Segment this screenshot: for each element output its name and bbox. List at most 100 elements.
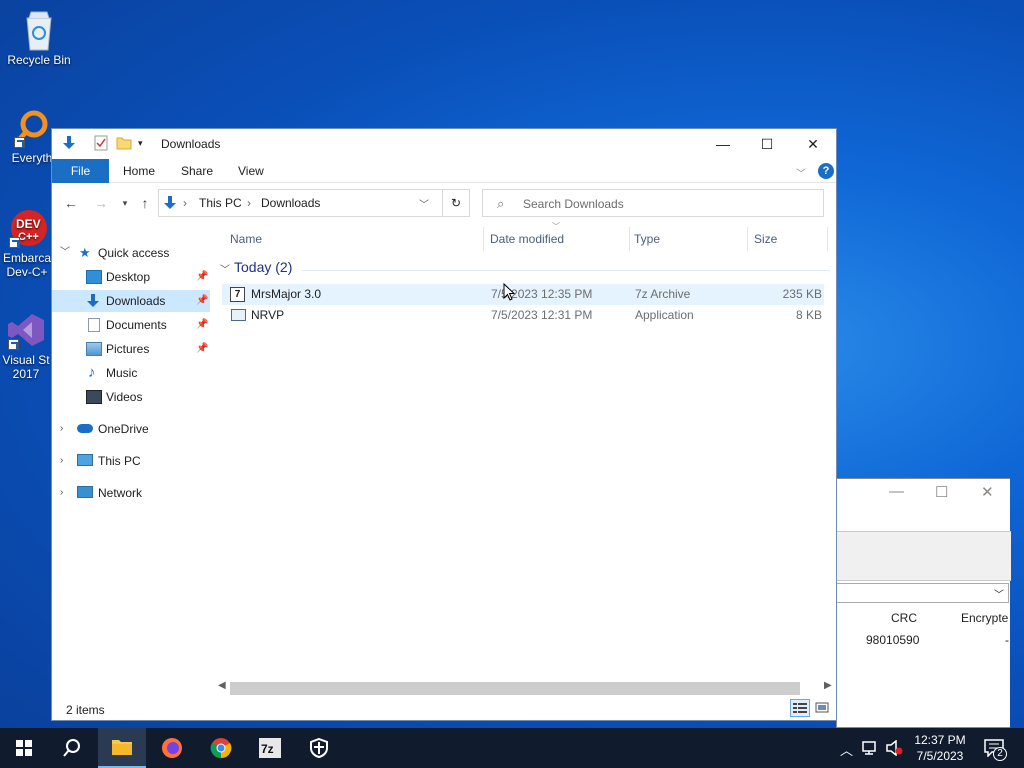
nav-item-onedrive[interactable]: › OneDrive (52, 418, 210, 440)
search-input[interactable]: ⌕ Search Downloads (482, 189, 824, 217)
back-arrow-icon[interactable]: ← (60, 192, 82, 214)
pin-icon[interactable]: 📌 (196, 314, 208, 336)
nav-item-documents[interactable]: Documents 📌 (52, 314, 210, 336)
breadcrumb-this-pc[interactable]: This PC (199, 196, 242, 210)
nav-label: OneDrive (98, 422, 149, 436)
pin-icon[interactable]: 📌 (196, 266, 208, 288)
taskbar-file-explorer[interactable] (98, 728, 146, 768)
system-clock[interactable]: 12:37 PM 7/5/2023 (914, 732, 966, 764)
desktop-icon-label: Everyth (11, 151, 53, 165)
close-icon[interactable]: ✕ (981, 483, 994, 501)
taskbar-chrome[interactable] (197, 728, 245, 768)
address-history-chevron-icon[interactable]: ﹀ (419, 196, 429, 211)
maximize-button[interactable]: ☐ (744, 129, 790, 159)
nav-item-network[interactable]: › Network (52, 482, 210, 504)
nav-item-downloads[interactable]: Downloads 📌 (52, 290, 210, 312)
minimize-icon[interactable]: — (889, 483, 904, 500)
file-explorer-window[interactable]: ▾ Downloads — ☐ ✕ File Home Share View ﹀… (51, 128, 837, 721)
cloud-icon (77, 424, 93, 433)
file-row[interactable]: 7 MrsMajor 3.0 7/5/2023 12:35 PM 7z Arch… (222, 284, 824, 305)
file-name: NRVP (251, 308, 285, 322)
large-icons-view-icon[interactable] (812, 699, 832, 717)
scroll-left-icon[interactable]: ◀ (218, 680, 226, 691)
computer-icon (77, 454, 93, 466)
chevron-right-icon[interactable]: › (60, 482, 63, 504)
file-row[interactable]: NRVP 7/5/2023 12:31 PM Application 8 KB (222, 305, 824, 326)
background-path-combo[interactable]: ﹀ (837, 583, 1009, 603)
group-chevron-icon[interactable]: ﹀ (220, 261, 230, 276)
desktop-icon-recycle-bin[interactable]: Recycle Bin (1, 10, 77, 67)
customize-toolbar-chevron-icon[interactable]: ▾ (138, 138, 143, 149)
column-header-date-modified[interactable]: Date modified (490, 227, 630, 251)
chevron-down-icon[interactable]: ﹀ (60, 242, 70, 264)
desktop-icon-label: Embarca Dev-C+ (2, 251, 52, 279)
minimize-button[interactable]: — (700, 129, 746, 159)
music-note-icon: ♪ (88, 364, 96, 381)
details-view-icon[interactable] (790, 699, 810, 717)
cell-crc: 98010590 (866, 633, 920, 647)
network-icon (77, 486, 93, 498)
group-header-today[interactable]: Today (2) (234, 259, 292, 275)
notification-center-button[interactable]: 2 (980, 728, 1024, 768)
file-type: 7z Archive (635, 287, 691, 301)
properties-icon[interactable] (94, 135, 108, 154)
volume-muted-icon[interactable] (886, 740, 904, 756)
up-arrow-icon[interactable]: ↑ (134, 192, 156, 214)
nav-label: Quick access (98, 246, 170, 260)
recent-locations-chevron-icon[interactable]: ▾ (114, 192, 136, 214)
desktop-icon-devcpp[interactable]: DEV C++ Embarca Dev-C+ (0, 208, 57, 279)
7zip-icon: 7z (259, 738, 281, 758)
pin-icon[interactable]: 📌 (196, 290, 208, 312)
pin-icon[interactable]: 📌 (196, 338, 208, 360)
nav-item-this-pc[interactable]: › This PC (52, 450, 210, 472)
chevron-right-icon[interactable]: › (60, 418, 63, 440)
start-button[interactable] (0, 728, 48, 768)
breadcrumb-separator: › (247, 196, 251, 210)
new-folder-icon[interactable] (116, 135, 132, 154)
nav-item-videos[interactable]: Videos (52, 386, 210, 408)
address-bar[interactable]: › This PC › Downloads ﹀ (158, 189, 470, 217)
column-header-size[interactable]: Size (754, 227, 828, 251)
window-title: Downloads (161, 137, 221, 151)
tab-view[interactable]: View (224, 159, 278, 183)
horizontal-scrollbar[interactable]: ◀ ▶ (212, 680, 836, 697)
breadcrumb-downloads[interactable]: Downloads (261, 196, 320, 210)
background-7zip-window[interactable]: — ☐ ✕ ﹀ CRC Encrypte 98010590 - (836, 478, 1011, 728)
network-status-icon[interactable] (862, 740, 880, 756)
taskbar-security[interactable] (295, 728, 343, 768)
maximize-icon[interactable]: ☐ (935, 483, 948, 501)
tab-share[interactable]: Share (167, 159, 227, 183)
tab-home[interactable]: Home (109, 159, 169, 183)
close-button[interactable]: ✕ (790, 129, 836, 159)
column-header-encrypted[interactable]: Encrypte (961, 611, 1008, 625)
desktop-icon-visual-studio[interactable]: Visual St 2017 (0, 310, 56, 381)
column-header-name[interactable]: Name (230, 227, 484, 251)
nav-label: This PC (98, 454, 141, 468)
show-hidden-icons-chevron-icon[interactable]: ︿ (840, 740, 853, 759)
chevron-right-icon[interactable]: › (60, 450, 63, 472)
nav-item-desktop[interactable]: Desktop 📌 (52, 266, 210, 288)
file-name: MrsMajor 3.0 (251, 287, 322, 301)
column-header-crc[interactable]: CRC (891, 611, 917, 625)
tab-file[interactable]: File (52, 159, 109, 183)
help-icon[interactable]: ? (818, 163, 834, 179)
search-placeholder: Search Downloads (523, 197, 624, 211)
expand-ribbon-icon[interactable]: ﹀ (796, 165, 806, 180)
visual-studio-icon (6, 310, 46, 350)
scroll-right-icon[interactable]: ▶ (824, 680, 832, 691)
search-taskbar-button[interactable] (48, 728, 96, 768)
downloads-icon (86, 293, 102, 307)
nav-item-pictures[interactable]: Pictures 📌 (52, 338, 210, 360)
column-header-type[interactable]: Type (634, 227, 748, 251)
navigation-bar: ← → ▾ ↑ › This PC › Downloads ﹀ ↻ ⌕ Sear… (52, 187, 836, 219)
scrollbar-thumb[interactable] (230, 682, 800, 695)
refresh-icon[interactable]: ↻ (442, 189, 470, 217)
nav-item-quick-access[interactable]: ﹀ ★ Quick access (52, 242, 210, 264)
forward-arrow-icon[interactable]: → (90, 192, 112, 214)
taskbar-firefox[interactable] (148, 728, 196, 768)
search-icon (63, 739, 80, 757)
mouse-cursor-icon (503, 283, 515, 301)
taskbar: 7z ︿ 12:37 PM 7/5/2023 2 (0, 728, 1024, 768)
nav-item-music[interactable]: ♪ Music (52, 362, 210, 384)
taskbar-7zip[interactable]: 7z (246, 728, 294, 768)
